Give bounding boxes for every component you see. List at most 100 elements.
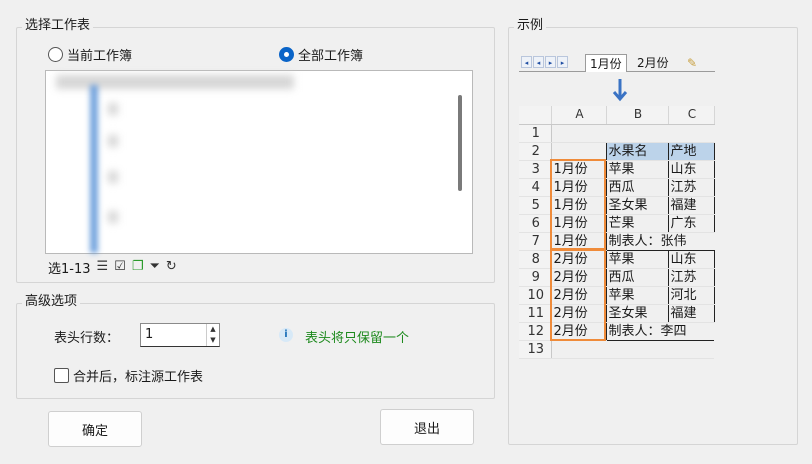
refresh-icon[interactable]: ↻ xyxy=(166,259,177,275)
cell-c xyxy=(668,124,714,143)
cell-c: 江苏 xyxy=(667,177,715,197)
month-highlight-1 xyxy=(550,159,606,250)
row-number: 13 xyxy=(519,340,552,359)
sheet-row: 3 1月份 苹果 山东 xyxy=(519,159,715,179)
info-text: 表头将只保留一个 xyxy=(305,331,410,346)
radio-all-workbooks[interactable]: 全部工作簿 xyxy=(279,45,363,64)
exit-button[interactable]: 退出 xyxy=(380,409,474,445)
prev-sheet-icon: ◂ xyxy=(533,56,544,68)
sheet-row: 5 1月份 圣女果 福建 xyxy=(519,195,715,215)
radio-all-label: 全部工作簿 xyxy=(298,49,364,64)
example-sheet: A B C 1 2 水果名 产地 3 1月份 苹果 山东 4 1月份 西瓜 江苏 5 1月份 圣女果 福建 6 1… xyxy=(519,106,715,359)
cell-b xyxy=(606,124,668,143)
row-number: 10 xyxy=(519,286,552,305)
cell-a xyxy=(551,142,606,161)
cell-b: 苹果 xyxy=(605,249,669,269)
cell-a xyxy=(551,124,606,143)
sheet-row: 12 2月份 制表人：李四 xyxy=(519,322,714,341)
last-sheet-icon: ▸ xyxy=(557,56,568,68)
blurred-list-item xyxy=(108,135,118,147)
cell-c: 山东 xyxy=(667,249,715,269)
sheet-row: 7 1月份 制表人：张伟 xyxy=(519,232,714,251)
stepper-up-icon[interactable]: ▲ xyxy=(207,324,219,335)
row-number: 6 xyxy=(519,214,552,233)
cell-c: 河北 xyxy=(667,285,715,305)
sheet-row: 11 2月份 圣女果 福建 xyxy=(519,303,715,323)
row-number: 1 xyxy=(519,124,552,143)
insert-sheet-icon: ✎ xyxy=(687,56,698,70)
cell-c: 山东 xyxy=(667,159,715,179)
stepper-buttons: ▲ ▼ xyxy=(206,324,219,346)
cell-b: 制表人：李四 xyxy=(605,322,714,341)
selection-count: 选1-13 xyxy=(48,261,91,277)
list-view-icon[interactable]: ☰ xyxy=(97,259,109,275)
down-arrow-icon xyxy=(612,79,628,102)
corner-cell xyxy=(519,106,552,125)
column-header-a: A xyxy=(551,106,607,125)
column-header-row: A B C xyxy=(519,106,715,125)
cell-b: 水果名 xyxy=(605,141,669,161)
row-number: 2 xyxy=(519,142,552,161)
example-title: 示例 xyxy=(514,18,547,34)
sheet-row: 1 xyxy=(519,124,714,143)
cell-b: 圣女果 xyxy=(605,303,669,323)
column-header-b: B xyxy=(606,106,669,125)
filter-icon[interactable]: ⏷ xyxy=(149,259,159,275)
column-header-c: C xyxy=(668,106,715,125)
cell-b: 芒果 xyxy=(605,213,669,233)
info-icon: i xyxy=(279,328,293,342)
cell-c: 江苏 xyxy=(667,267,715,287)
mark-source-label: 合并后，标注源工作表 xyxy=(73,370,204,385)
header-rows-value: 1 xyxy=(145,327,154,342)
list-scrollbar[interactable] xyxy=(458,95,462,191)
row-number: 11 xyxy=(519,304,552,323)
cell-b: 苹果 xyxy=(605,159,669,179)
first-sheet-icon: ◂ xyxy=(521,56,532,68)
mark-source-checkbox[interactable] xyxy=(54,368,69,383)
blurred-list-item xyxy=(108,171,118,183)
tab-2: 2月份 xyxy=(637,56,669,70)
new-sheet-icon[interactable]: ❐ xyxy=(132,259,144,275)
row-number: 12 xyxy=(519,322,552,341)
row-number: 3 xyxy=(519,160,552,179)
row-number: 5 xyxy=(519,196,552,215)
header-rows-stepper[interactable]: 1 ▲ ▼ xyxy=(140,323,220,347)
tab-1: 1月份 xyxy=(585,54,627,72)
sheet-row: 6 1月份 芒果 广东 xyxy=(519,213,715,233)
cell-a xyxy=(551,340,606,359)
stepper-down-icon[interactable]: ▼ xyxy=(207,335,219,346)
cell-c: 福建 xyxy=(667,195,715,215)
ok-button[interactable]: 确定 xyxy=(48,411,142,447)
example-sheet-tabs: ◂ ◂ ▸ ▸ 1月份 2月份 ✎ xyxy=(519,54,715,72)
sheet-row: 2 水果名 产地 xyxy=(519,141,715,161)
radio-current-workbook[interactable]: 当前工作簿 xyxy=(48,45,132,64)
cell-b: 西瓜 xyxy=(605,177,669,197)
blurred-list-item xyxy=(108,103,118,115)
row-number: 4 xyxy=(519,178,552,197)
cell-b xyxy=(606,340,668,359)
blurred-tree-line xyxy=(90,85,98,253)
list-toolbar: 选1-13 ☰ ☑ ❐ ⏷ ↻ xyxy=(48,258,177,277)
sheet-row: 13 xyxy=(519,340,714,359)
radio-current-label: 当前工作簿 xyxy=(67,49,133,64)
cell-c xyxy=(668,340,714,359)
cell-c: 产地 xyxy=(667,141,715,161)
radio-current-indicator[interactable] xyxy=(48,47,63,62)
cell-b: 西瓜 xyxy=(605,267,669,287)
worksheet-list[interactable] xyxy=(45,70,473,254)
sheet-row: 8 2月份 苹果 山东 xyxy=(519,249,715,269)
sheet-row: 9 2月份 西瓜 江苏 xyxy=(519,267,715,287)
radio-all-indicator[interactable] xyxy=(279,47,294,62)
cell-c: 广东 xyxy=(667,213,715,233)
cell-b: 圣女果 xyxy=(605,195,669,215)
header-rows-label: 表头行数： xyxy=(54,331,120,346)
blurred-list-item xyxy=(108,211,118,223)
cell-c: 福建 xyxy=(667,303,715,323)
row-number: 9 xyxy=(519,268,552,287)
month-highlight-2 xyxy=(550,249,606,341)
sheet-row: 4 1月份 西瓜 江苏 xyxy=(519,177,715,197)
check-all-icon[interactable]: ☑ xyxy=(114,259,126,275)
sheet-row: 10 2月份 苹果 河北 xyxy=(519,285,715,305)
cell-b: 苹果 xyxy=(605,285,669,305)
row-number: 7 xyxy=(519,232,552,251)
